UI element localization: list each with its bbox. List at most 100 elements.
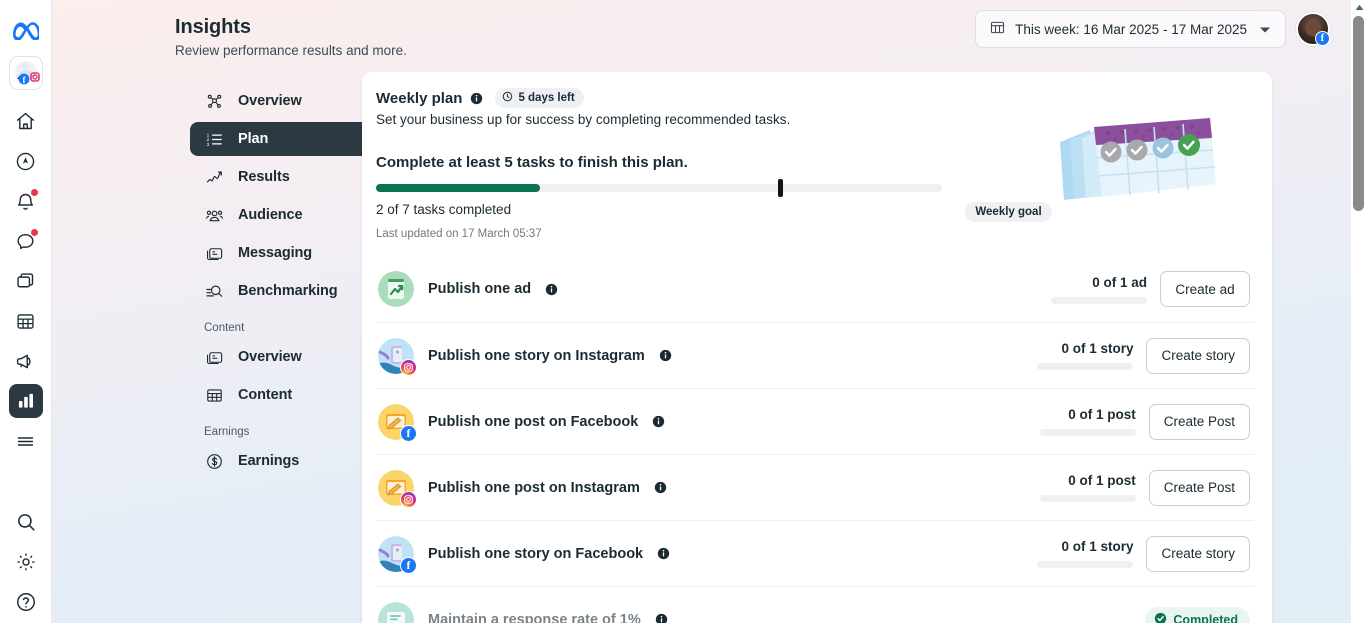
task-progress-bar (1037, 363, 1134, 370)
sidebar-item-label: Plan (238, 131, 269, 147)
progress-fill (376, 184, 541, 192)
plan-progress (376, 179, 942, 197)
info-icon[interactable] (657, 547, 670, 560)
vertical-scrollbar[interactable] (1350, 0, 1366, 623)
svg-text:3: 3 (206, 141, 209, 147)
task-info: Publish one post on Instagram (378, 469, 1040, 508)
explore-icon[interactable] (9, 144, 43, 178)
plan-icon: 123 (204, 129, 224, 149)
messages-badge (30, 229, 38, 236)
clock-icon (502, 91, 513, 105)
task-info: Maintain a response rate of 1% (378, 601, 1145, 623)
scroll-up-arrow-icon[interactable] (1351, 0, 1366, 15)
meta-logo-icon[interactable] (9, 14, 43, 48)
chevron-down-icon (1259, 22, 1271, 37)
task-list: Publish one ad 0 of 1 ad Create ad Publi… (376, 256, 1254, 623)
weekly-goal-pill: Weekly goal (965, 202, 1052, 222)
info-icon[interactable] (659, 349, 672, 362)
page-subtitle: Review performance results and more. (175, 43, 407, 58)
task-actions: Completed (1145, 606, 1250, 623)
create-ad-button[interactable]: Create ad (1160, 271, 1250, 307)
sidebar-item-label: Overview (238, 93, 302, 109)
task-counter-label: 0 of 1 post (1068, 473, 1136, 488)
gear-icon[interactable] (9, 545, 43, 579)
story-phone-icon (378, 337, 417, 376)
sidebar-item-label: Earnings (238, 453, 300, 469)
task-actions: 0 of 1 post Create Post (1039, 469, 1250, 506)
sidebar-item-label: Audience (238, 207, 303, 223)
app-window: f Insights Review performance results an… (0, 0, 1366, 623)
benchmarking-icon (204, 281, 224, 301)
task-row[interactable]: Publish one ad 0 of 1 ad Create ad (376, 256, 1254, 322)
instagram-badge-icon (400, 358, 417, 376)
status-badge-label: Completed (1173, 612, 1238, 623)
weekly-goal-marker (777, 179, 783, 197)
task-counter-label: 0 of 1 post (1068, 407, 1136, 422)
post-pencil-icon (378, 469, 417, 508)
task-actions: 0 of 1 post Create Post (1039, 403, 1250, 440)
date-range-picker[interactable]: This week: 16 Mar 2025 - 17 Mar 2025 (975, 10, 1286, 48)
scrollbar-thumb[interactable] (1353, 16, 1364, 211)
business-avatar-icon[interactable]: f (8, 56, 43, 90)
task-counter: 0 of 1 story (1037, 539, 1134, 568)
sidebar-item-label: Benchmarking (238, 283, 338, 299)
card-title: Weekly plan (376, 89, 463, 107)
task-counter: 0 of 1 post (1039, 407, 1136, 436)
info-icon[interactable] (545, 283, 558, 296)
task-progress-bar (1039, 495, 1136, 502)
task-info: f Publish one post on Facebook (378, 403, 1040, 442)
task-row[interactable]: Publish one story on Instagram 0 of 1 st… (376, 322, 1254, 388)
days-left-label: 5 days left (518, 92, 575, 104)
content-overview-icon (204, 347, 224, 367)
task-progress-bar (1037, 561, 1134, 568)
task-label: Publish one story on Instagram (428, 347, 645, 364)
home-icon[interactable] (9, 104, 43, 138)
task-row[interactable]: f Publish one story on Facebook 0 of 1 s… (376, 520, 1254, 586)
create-story-button[interactable]: Create story (1146, 337, 1250, 374)
avatar[interactable]: f (1296, 12, 1330, 46)
response-chat-icon (378, 601, 414, 623)
status-badge: Completed (1145, 606, 1250, 623)
calendar-icon (989, 19, 1006, 39)
content-table-icon (204, 385, 224, 405)
task-counter-label: 0 of 1 story (1061, 341, 1134, 356)
messages-icon[interactable] (9, 224, 43, 258)
post-pencil-icon: f (378, 403, 417, 442)
facebook-badge-icon: f (400, 556, 417, 574)
task-row[interactable]: Maintain a response rate of 1% Completed (376, 586, 1254, 623)
notifications-icon[interactable] (9, 184, 43, 218)
avatar-image (378, 601, 414, 623)
audience-icon (204, 205, 224, 225)
weekly-plan-card: Weekly plan 5 days left Set your busines… (362, 72, 1272, 623)
info-icon[interactable] (470, 92, 483, 105)
date-range-label: This week: 16 Mar 2025 - 17 Mar 2025 (1015, 21, 1247, 37)
megaphone-icon[interactable] (9, 344, 43, 378)
page-title: Insights (175, 16, 251, 38)
calendar-illustration-icon (1050, 100, 1240, 205)
info-icon[interactable] (652, 415, 665, 428)
menu-icon[interactable] (9, 424, 43, 458)
help-icon[interactable] (9, 585, 43, 619)
days-left-badge: 5 days left (495, 88, 584, 108)
ad-growth-icon (378, 271, 414, 307)
task-counter-label: 0 of 1 story (1061, 539, 1134, 554)
create-story-button[interactable]: Create story (1146, 535, 1250, 572)
task-progress-bar (1039, 429, 1136, 436)
overview-icon (204, 91, 224, 111)
info-icon[interactable] (654, 481, 667, 494)
search-icon[interactable] (9, 505, 43, 539)
facebook-badge-icon: f (400, 424, 417, 442)
sidebar-item-label: Results (238, 169, 290, 185)
insights-icon[interactable] (8, 384, 43, 418)
card-header: Weekly plan 5 days left Set your busines… (376, 88, 1254, 240)
create-post-button[interactable]: Create Post (1148, 469, 1250, 506)
task-row[interactable]: f Publish one post on Facebook 0 of 1 po… (376, 388, 1254, 454)
info-icon[interactable] (655, 613, 668, 623)
task-row[interactable]: Publish one post on Instagram 0 of 1 pos… (376, 454, 1254, 520)
planner-icon[interactable] (9, 304, 43, 338)
pages-icon[interactable] (9, 264, 43, 298)
story-phone-icon: f (378, 535, 417, 574)
create-post-button[interactable]: Create Post (1148, 403, 1250, 440)
task-actions: 0 of 1 story Create story (1037, 337, 1250, 374)
task-label: Publish one post on Instagram (428, 479, 640, 496)
